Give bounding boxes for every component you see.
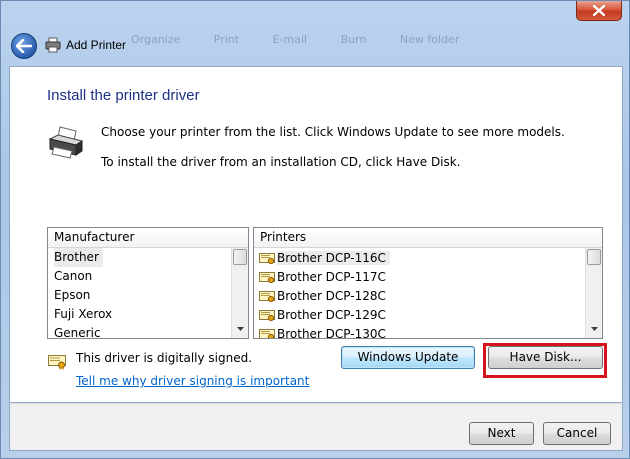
chevron-down-icon	[590, 327, 598, 331]
list-item-label: Brother DCP-116C	[277, 250, 390, 265]
list-item[interactable]: Generic	[48, 324, 231, 338]
certified-printer-icon	[259, 252, 275, 264]
list-item[interactable]: Fuji Xerox	[48, 305, 231, 324]
window-frame: Organize Print E-mail Burn New folder Ad…	[0, 0, 630, 459]
printers-list[interactable]: Printers Brother DCP-116C Brother DCP-11…	[253, 227, 603, 339]
list-item[interactable]: Brother DCP-116C	[254, 248, 585, 267]
instruction-text: To install the driver from an installati…	[101, 155, 461, 169]
list-item-label: Brother DCP-129C	[277, 307, 386, 322]
list-item[interactable]: Canon	[48, 267, 231, 286]
window-title: Add Printer	[66, 38, 127, 52]
manufacturer-list-header: Manufacturer	[48, 228, 248, 248]
manufacturer-scrollbar[interactable]	[231, 248, 248, 338]
list-item[interactable]: Brother DCP-128C	[254, 286, 585, 305]
driver-signing-link[interactable]: Tell me why driver signing is important	[76, 374, 309, 388]
ghost-item: Print	[213, 33, 240, 46]
scrollbar-thumb[interactable]	[587, 249, 601, 265]
printers-list-body: Brother DCP-116C Brother DCP-117C Brothe…	[254, 248, 585, 338]
next-button[interactable]: Next	[469, 422, 534, 445]
scrollbar-thumb[interactable]	[233, 249, 247, 265]
printers-list-header: Printers	[254, 228, 602, 248]
windows-update-button[interactable]: Windows Update	[341, 346, 475, 369]
certified-printer-icon	[259, 328, 275, 338]
certified-printer-icon	[259, 309, 275, 321]
back-arrow-icon	[16, 39, 32, 53]
certified-printer-icon	[259, 290, 275, 302]
list-item[interactable]: Brother	[48, 248, 231, 267]
background-toolbar-ghost: Organize Print E-mail Burn New folder	[131, 33, 531, 51]
signing-status: This driver is digitally signed.	[76, 351, 253, 365]
highlight-box	[483, 343, 607, 378]
list-item-label: Brother DCP-128C	[277, 288, 386, 303]
ghost-item: E-mail	[272, 33, 308, 46]
list-item-label: Brother	[54, 248, 103, 267]
ghost-item: New folder	[399, 33, 460, 46]
printer-icon	[45, 37, 61, 53]
chevron-down-icon	[236, 327, 244, 331]
manufacturer-list[interactable]: Manufacturer Brother Canon Epson Fuji Xe…	[47, 227, 249, 339]
cancel-button[interactable]: Cancel	[543, 422, 611, 445]
wizard-footer: Next Cancel	[9, 403, 623, 451]
close-button[interactable]	[576, 1, 622, 21]
list-item[interactable]: Epson	[48, 286, 231, 305]
list-item-label: Brother DCP-130C	[277, 326, 386, 339]
list-item[interactable]: Brother DCP-129C	[254, 305, 585, 324]
scroll-down-button[interactable]	[232, 321, 248, 337]
manufacturer-list-body: Brother Canon Epson Fuji Xerox Generic	[48, 248, 231, 338]
back-button[interactable]	[11, 33, 37, 59]
list-item[interactable]: Brother DCP-130C	[254, 324, 585, 339]
ghost-item: Burn	[340, 33, 367, 46]
ghost-item: Organize	[131, 33, 181, 46]
certified-printer-icon	[259, 271, 275, 283]
list-item-label: Brother DCP-117C	[277, 269, 386, 284]
scroll-down-button[interactable]	[586, 321, 602, 337]
printers-scrollbar[interactable]	[585, 248, 602, 338]
list-item[interactable]: Brother DCP-117C	[254, 267, 585, 286]
instruction-text: Choose your printer from the list. Click…	[101, 125, 565, 139]
close-icon	[593, 5, 605, 16]
certificate-icon	[48, 355, 66, 370]
printer-icon	[48, 126, 84, 159]
page-title: Install the printer driver	[47, 87, 200, 104]
